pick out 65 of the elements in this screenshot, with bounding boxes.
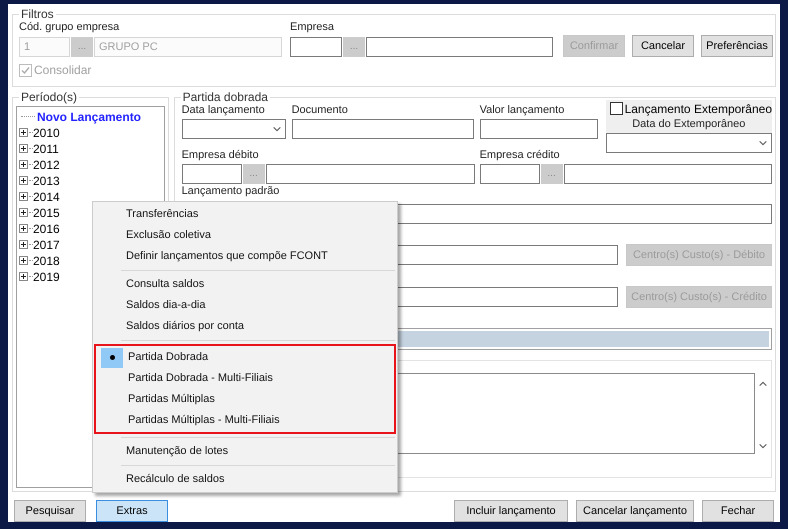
checkbox[interactable] — [610, 102, 623, 116]
menu-item[interactable]: Transferências — [126, 206, 198, 223]
field-label: Empresa crédito — [480, 148, 561, 162]
tree-item[interactable]: 2013 — [33, 172, 60, 190]
button[interactable]: Incluir lançamento — [454, 500, 568, 522]
group-title: Partida dobrada — [180, 90, 270, 104]
field-label: Lançamento padrão — [182, 184, 280, 198]
expand-icon[interactable] — [19, 176, 28, 186]
field-label: Cód. grupo empresa — [19, 21, 120, 34]
expand-icon[interactable] — [19, 128, 28, 138]
tree-item[interactable]: 2016 — [33, 220, 60, 238]
field-label: Empresa débito — [182, 148, 260, 162]
dropdown-field[interactable] — [182, 118, 286, 139]
menu-item[interactable]: Definir lançamentos que compõe FCONT — [126, 248, 328, 265]
tree-item[interactable]: 2017 — [33, 236, 60, 254]
expand-icon[interactable] — [19, 272, 28, 282]
field-label: Valor lançamento — [480, 104, 566, 117]
expand-icon[interactable] — [19, 240, 28, 250]
expand-icon[interactable] — [19, 144, 28, 154]
input-field[interactable] — [290, 37, 342, 57]
button[interactable]: Cancelar lançamento — [576, 500, 694, 522]
group-title: Período(s) — [19, 90, 80, 104]
input-field[interactable] — [480, 164, 540, 184]
tree-item[interactable]: 2010 — [33, 124, 60, 142]
tree-item[interactable]: 2019 — [33, 268, 60, 286]
tree-item[interactable]: 2011 — [33, 140, 59, 158]
input-field[interactable] — [366, 37, 553, 57]
menu-item[interactable]: Partidas Múltiplas — [128, 391, 215, 408]
group-title: Filtros — [19, 7, 56, 21]
button[interactable]: Pesquisar — [14, 500, 86, 522]
menu-item[interactable]: Recálculo de saldos — [126, 471, 224, 488]
dropdown-field[interactable] — [606, 132, 772, 153]
input-field[interactable] — [564, 164, 772, 184]
input-field[interactable] — [480, 118, 598, 139]
menu-item[interactable]: Partida Dobrada - Multi-Filiais — [128, 370, 273, 387]
checkbox-label: Lançamento Extemporâneo — [624, 100, 772, 118]
menu-item[interactable]: Partidas Múltiplas - Multi-Filiais — [128, 412, 280, 429]
tree-item[interactable]: 2012 — [33, 156, 60, 174]
tree-item[interactable]: 2015 — [33, 204, 60, 222]
expand-icon[interactable] — [19, 192, 28, 202]
menu-item[interactable]: Saldos diários por conta — [126, 318, 244, 335]
button[interactable]: Preferências — [701, 35, 773, 57]
field-label: Data lançamento — [182, 104, 266, 117]
checkbox-label: Consolidar — [34, 62, 92, 79]
expand-icon[interactable] — [19, 208, 28, 218]
menu-item[interactable]: Manutenção de lotes — [126, 443, 228, 460]
input-field[interactable] — [292, 118, 474, 139]
button[interactable]: Extras — [96, 500, 168, 522]
button[interactable]: Fechar — [702, 500, 774, 522]
menu-item[interactable]: Partida Dobrada — [128, 349, 208, 366]
button[interactable]: Cancelar — [632, 35, 694, 57]
tree-item[interactable]: 2014 — [33, 188, 60, 206]
field-label: Data do Extemporâneo — [632, 118, 746, 131]
input-field[interactable] — [182, 164, 242, 184]
field-label: Documento — [292, 104, 349, 117]
expand-icon[interactable] — [19, 256, 28, 266]
expand-icon[interactable] — [19, 160, 28, 170]
input-field[interactable] — [266, 164, 475, 184]
tree-item[interactable]: Novo Lançamento — [37, 108, 142, 126]
expand-icon[interactable] — [19, 224, 28, 234]
tree-item[interactable]: 2018 — [33, 252, 60, 270]
menu-item[interactable]: Exclusão coletiva — [126, 227, 211, 244]
menu-item[interactable]: Consulta saldos — [126, 276, 204, 293]
field-label: Empresa — [290, 21, 336, 34]
menu-item[interactable]: Saldos dia-a-dia — [126, 297, 206, 314]
